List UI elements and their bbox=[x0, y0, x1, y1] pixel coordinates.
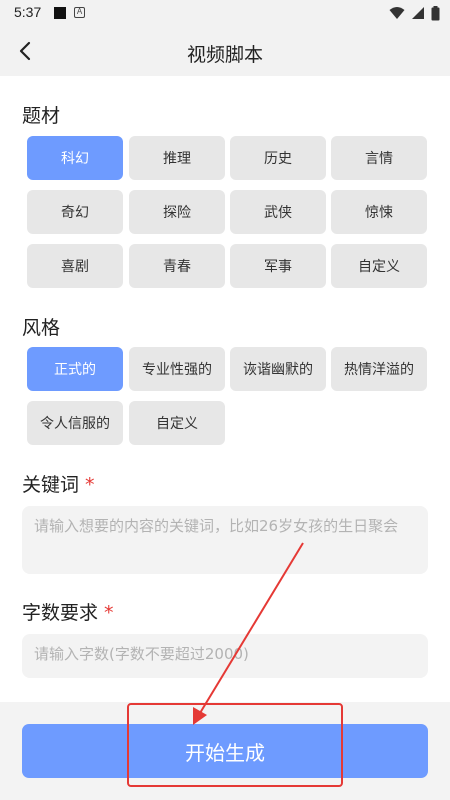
subject-chip-label: 惊悚 bbox=[365, 205, 393, 221]
subject-chip-label: 军事 bbox=[264, 259, 292, 275]
style-chip-label: 正式的 bbox=[54, 362, 96, 378]
annotation-arrow bbox=[193, 542, 304, 725]
subject-chip-9[interactable]: 青春 bbox=[129, 244, 225, 288]
keywords-label-text: 关键词 bbox=[22, 474, 80, 496]
subject-chip-label: 科幻 bbox=[61, 151, 89, 167]
style-chip-5[interactable]: 自定义 bbox=[129, 401, 225, 445]
style-label: 风格 bbox=[22, 317, 61, 339]
subject-chip-7[interactable]: 惊悚 bbox=[331, 190, 427, 234]
subject-chip-label: 历史 bbox=[264, 151, 292, 167]
word-count-label: 字数要求 * bbox=[22, 598, 114, 625]
word-count-input[interactable]: 请输入字数(字数不要超过2000) bbox=[22, 634, 428, 678]
subject-chip-label: 自定义 bbox=[358, 259, 400, 275]
keywords-label: 关键词 * bbox=[22, 470, 95, 497]
wifi-icon bbox=[389, 7, 405, 19]
start-generate-label: 开始生成 bbox=[185, 740, 265, 765]
required-mark: * bbox=[85, 474, 95, 496]
start-generate-button[interactable]: 开始生成 bbox=[22, 724, 428, 778]
keywords-input[interactable]: 请输入想要的内容的关键词，比如26岁女孩的生日聚会 bbox=[22, 506, 428, 574]
subject-chip-label: 奇幻 bbox=[61, 205, 89, 221]
subject-chip-label: 武侠 bbox=[264, 205, 292, 221]
subject-chip-4[interactable]: 奇幻 bbox=[27, 190, 123, 234]
subject-chip-8[interactable]: 喜剧 bbox=[27, 244, 123, 288]
subject-chip-10[interactable]: 军事 bbox=[230, 244, 326, 288]
style-chip-label: 自定义 bbox=[156, 416, 198, 432]
subject-chip-label: 喜剧 bbox=[61, 259, 89, 275]
subject-chip-label: 探险 bbox=[163, 205, 191, 221]
subject-chip-label: 青春 bbox=[163, 259, 191, 275]
signal-icon bbox=[412, 7, 424, 19]
subject-chip-2[interactable]: 历史 bbox=[230, 136, 326, 180]
style-chip-label: 诙谐幽默的 bbox=[243, 362, 313, 378]
subject-chip-5[interactable]: 探险 bbox=[129, 190, 225, 234]
status-bar: 5:37 A bbox=[0, 0, 450, 26]
status-time: 5:37 bbox=[14, 4, 42, 20]
word-count-label-text: 字数要求 bbox=[22, 602, 99, 624]
style-chip-4[interactable]: 令人信服的 bbox=[27, 401, 123, 445]
required-mark: * bbox=[104, 602, 114, 624]
battery-icon bbox=[431, 5, 440, 20]
subject-label: 题材 bbox=[22, 105, 61, 127]
subject-chip-label: 推理 bbox=[163, 151, 191, 167]
notification-square-icon bbox=[54, 7, 66, 19]
app-bar: 视频脚本 bbox=[0, 26, 450, 76]
notification-app-icon: A bbox=[74, 7, 85, 18]
system-icons bbox=[389, 5, 440, 21]
word-count-placeholder: 请输入字数(字数不要超过2000) bbox=[34, 645, 249, 663]
keywords-placeholder: 请输入想要的内容的关键词，比如26岁女孩的生日聚会 bbox=[34, 517, 399, 535]
subject-chip-label: 言情 bbox=[365, 151, 393, 167]
style-chip-0[interactable]: 正式的 bbox=[27, 347, 123, 391]
subject-chip-3[interactable]: 言情 bbox=[331, 136, 427, 180]
subject-chip-1[interactable]: 推理 bbox=[129, 136, 225, 180]
notification-app-letter: A bbox=[76, 7, 83, 16]
style-chip-label: 热情洋溢的 bbox=[344, 362, 414, 378]
style-chip-2[interactable]: 诙谐幽默的 bbox=[230, 347, 326, 391]
subject-chip-0[interactable]: 科幻 bbox=[27, 136, 123, 180]
style-chip-label: 专业性强的 bbox=[142, 362, 212, 378]
style-chip-1[interactable]: 专业性强的 bbox=[129, 347, 225, 391]
subject-chip-11[interactable]: 自定义 bbox=[331, 244, 427, 288]
page-title: 视频脚本 bbox=[186, 44, 263, 66]
style-chip-label: 令人信服的 bbox=[40, 416, 110, 432]
subject-chip-6[interactable]: 武侠 bbox=[230, 190, 326, 234]
style-chip-3[interactable]: 热情洋溢的 bbox=[331, 347, 427, 391]
